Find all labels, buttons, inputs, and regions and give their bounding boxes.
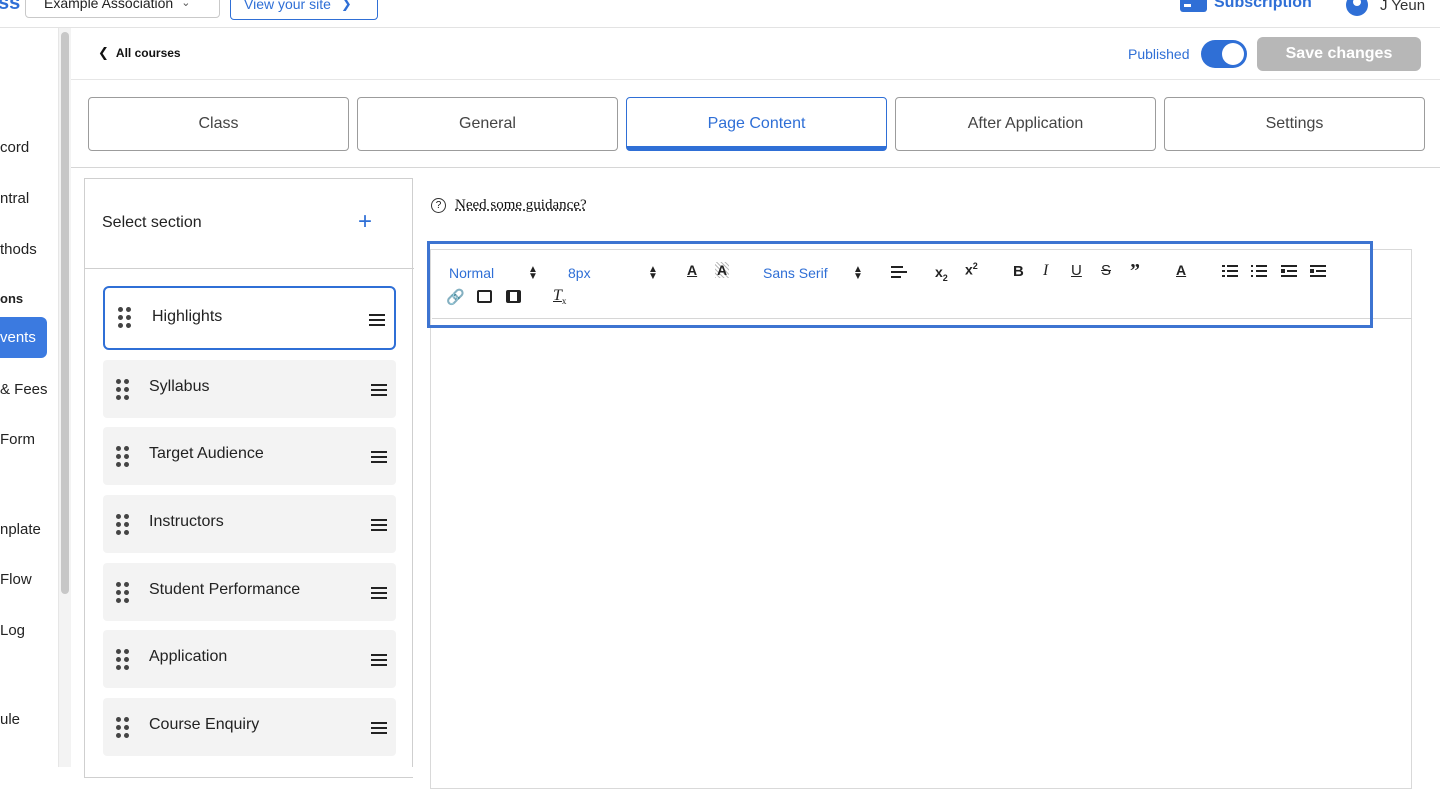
section-label: Highlights <box>152 308 223 325</box>
section-panel: Select section + Highlights Syllabus Tar… <box>84 178 414 778</box>
drag-handle-icon[interactable] <box>116 514 130 536</box>
section-item-target-audience[interactable]: Target Audience <box>103 427 396 485</box>
subscription-label: Subscription <box>1214 0 1312 11</box>
sidebar-scroll-thumb[interactable] <box>61 32 69 594</box>
drag-handle-icon[interactable] <box>116 717 130 739</box>
chevron-down-icon: ⌄ <box>181 0 191 9</box>
section-menu-icon[interactable] <box>371 654 387 666</box>
sidebar-item-template[interactable]: nplate <box>0 521 41 538</box>
section-menu-icon[interactable] <box>371 587 387 599</box>
tab-page-content[interactable]: Page Content <box>626 97 887 151</box>
save-changes-button[interactable]: Save changes <box>1257 37 1421 71</box>
section-item-course-enquiry[interactable]: Course Enquiry <box>103 698 396 756</box>
add-section-button[interactable]: + <box>358 208 372 236</box>
header-divider <box>71 79 1440 80</box>
chevron-right-icon: ❯ <box>340 0 352 11</box>
sidebar-group-label: ons <box>0 291 24 306</box>
card-icon <box>1180 0 1207 12</box>
drag-handle-icon[interactable] <box>116 446 130 468</box>
drag-handle-icon[interactable] <box>116 582 130 604</box>
sidebar-item-log[interactable]: Log <box>0 622 25 639</box>
section-menu-icon[interactable] <box>369 314 385 326</box>
back-to-courses-link[interactable]: ❮ All courses <box>98 45 181 61</box>
content-divider <box>71 167 1440 168</box>
published-label: Published <box>1128 46 1190 62</box>
user-name: J Yeun <box>1380 0 1426 14</box>
section-item-student-performance[interactable]: Student Performance <box>103 563 396 621</box>
section-item-instructors[interactable]: Instructors <box>103 495 396 553</box>
guidance-label: Need some guidance? <box>455 197 587 213</box>
toolbar-highlight <box>427 241 1373 328</box>
section-label: Student Performance <box>149 581 301 598</box>
tab-class[interactable]: Class <box>88 97 349 151</box>
question-icon: ? <box>431 198 446 213</box>
chevron-left-icon: ❮ <box>98 45 109 60</box>
section-menu-icon[interactable] <box>371 722 387 734</box>
toggle-knob <box>1222 43 1244 65</box>
subscription-link[interactable]: Subscription <box>1180 0 1312 12</box>
section-item-highlights[interactable]: Highlights <box>103 286 396 350</box>
section-menu-icon[interactable] <box>371 519 387 531</box>
tab-after-application[interactable]: After Application <box>895 97 1156 151</box>
view-site-label: View your site <box>244 0 331 12</box>
tab-general[interactable]: General <box>357 97 618 151</box>
rich-text-editor[interactable] <box>430 249 1412 789</box>
user-menu[interactable]: J Yeun <box>1346 0 1425 16</box>
sidebar-item-form[interactable]: Form <box>0 431 35 448</box>
top-bar: ss Example Association ⌄ View your site … <box>0 0 1440 28</box>
section-menu-icon[interactable] <box>371 451 387 463</box>
published-toggle[interactable] <box>1201 40 1247 68</box>
drag-handle-icon[interactable] <box>116 649 130 671</box>
organization-select[interactable]: Example Association ⌄ <box>25 0 220 18</box>
view-site-button[interactable]: View your site ❯ <box>230 0 378 20</box>
section-menu-icon[interactable] <box>371 384 387 396</box>
section-label: Course Enquiry <box>149 716 260 733</box>
sidebar-item-events[interactable]: vents <box>0 317 47 358</box>
organization-name: Example Association <box>44 0 174 11</box>
section-panel-header: Select section + <box>85 179 414 269</box>
section-item-syllabus[interactable]: Syllabus <box>103 360 396 418</box>
back-label: All courses <box>115 46 181 60</box>
section-item-application[interactable]: Application <box>103 630 396 688</box>
sidebar-item-fees[interactable]: & Fees <box>0 381 48 398</box>
tab-settings[interactable]: Settings <box>1164 97 1425 151</box>
left-sidebar: cord ntral thods ons vents & Fees Form n… <box>0 28 58 767</box>
panel-divider <box>412 178 413 767</box>
drag-handle-icon[interactable] <box>118 307 132 329</box>
sidebar-item-methods[interactable]: thods <box>0 241 37 258</box>
guidance-link[interactable]: ? Need some guidance? <box>431 197 587 214</box>
section-label: Instructors <box>149 513 224 530</box>
user-avatar-icon <box>1346 0 1368 16</box>
drag-handle-icon[interactable] <box>116 379 130 401</box>
brand-logo[interactable]: ss <box>0 0 20 15</box>
sidebar-item-record[interactable]: cord <box>0 139 29 156</box>
section-panel-title: Select section <box>102 214 202 231</box>
sidebar-item-central[interactable]: ntral <box>0 190 29 207</box>
section-label: Syllabus <box>149 378 210 395</box>
section-label: Application <box>149 648 228 665</box>
sidebar-item-flow[interactable]: Flow <box>0 571 32 588</box>
section-label: Target Audience <box>149 445 264 462</box>
sidebar-item-schedule[interactable]: ule <box>0 711 20 728</box>
